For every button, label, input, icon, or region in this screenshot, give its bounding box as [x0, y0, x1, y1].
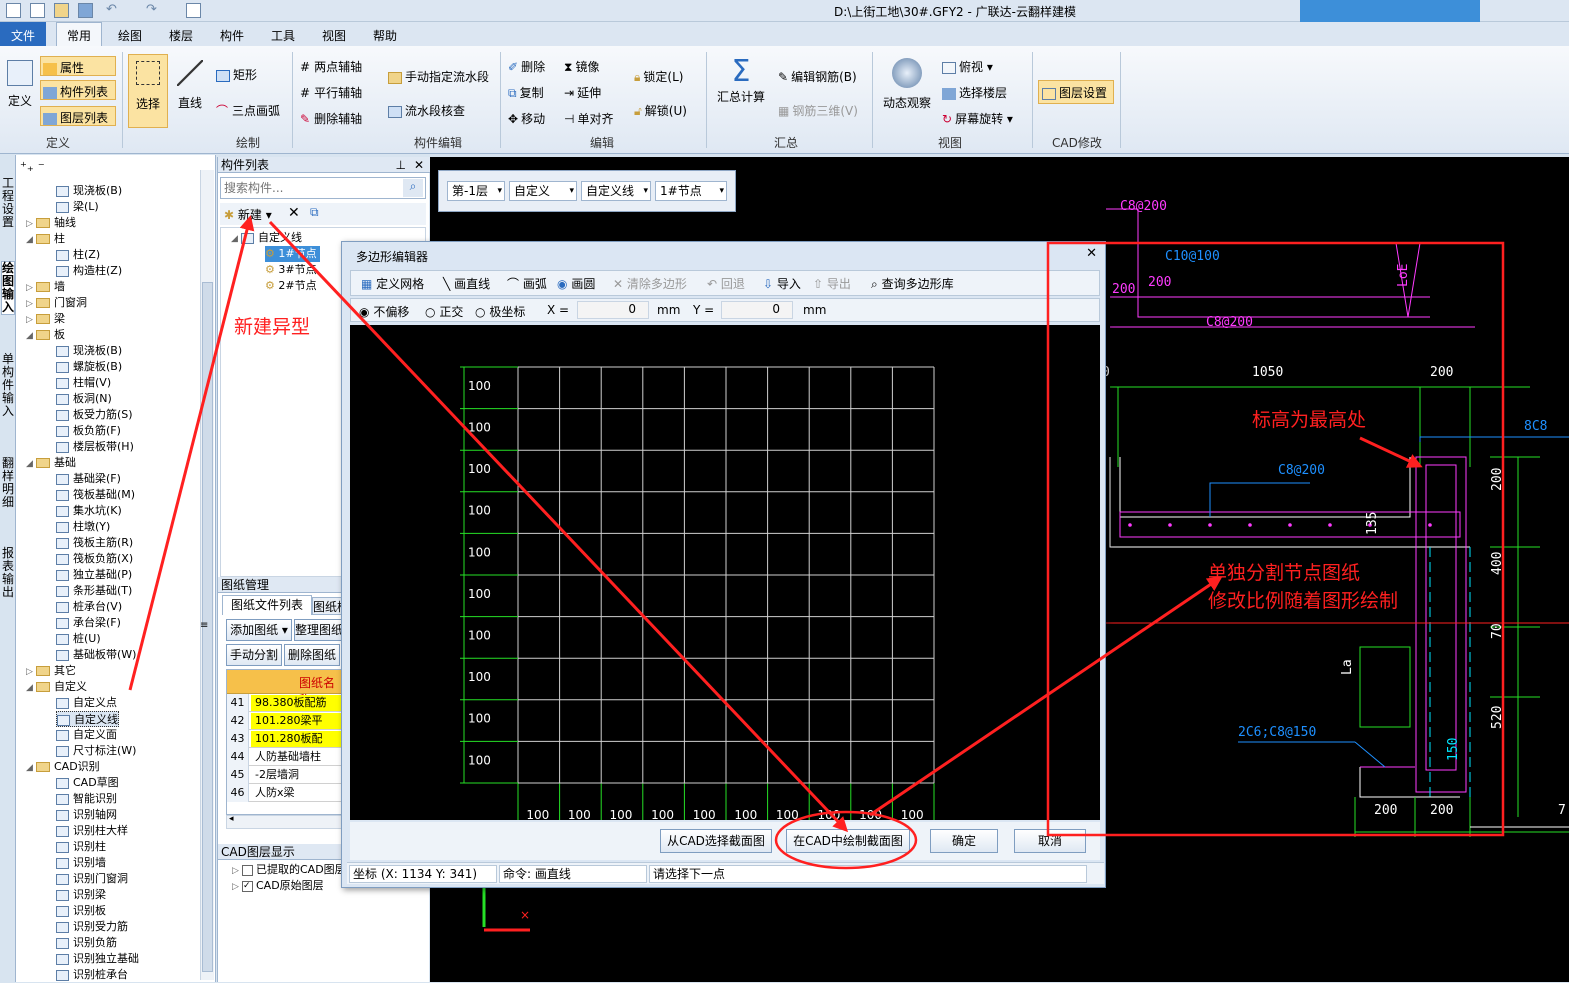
annotation-new-shape: 新建异型: [234, 316, 311, 338]
annotation-overlay: [128, 215, 1505, 870]
annotation-arrow: [869, 576, 1223, 817]
annotation-arrow: [268, 220, 849, 833]
annotation-box: [1046, 241, 1505, 837]
annotation-arrow: [1359, 436, 1423, 468]
annotation-ellipse: [774, 810, 918, 870]
annotation-split-node: 单独分割节点图纸: [1208, 562, 1361, 584]
annotation-arrow: [128, 215, 255, 691]
annotation-scale: 修改比例随着图形绘制: [1208, 590, 1399, 612]
annotation-top-elevation: 标高为最高处: [1252, 409, 1367, 431]
